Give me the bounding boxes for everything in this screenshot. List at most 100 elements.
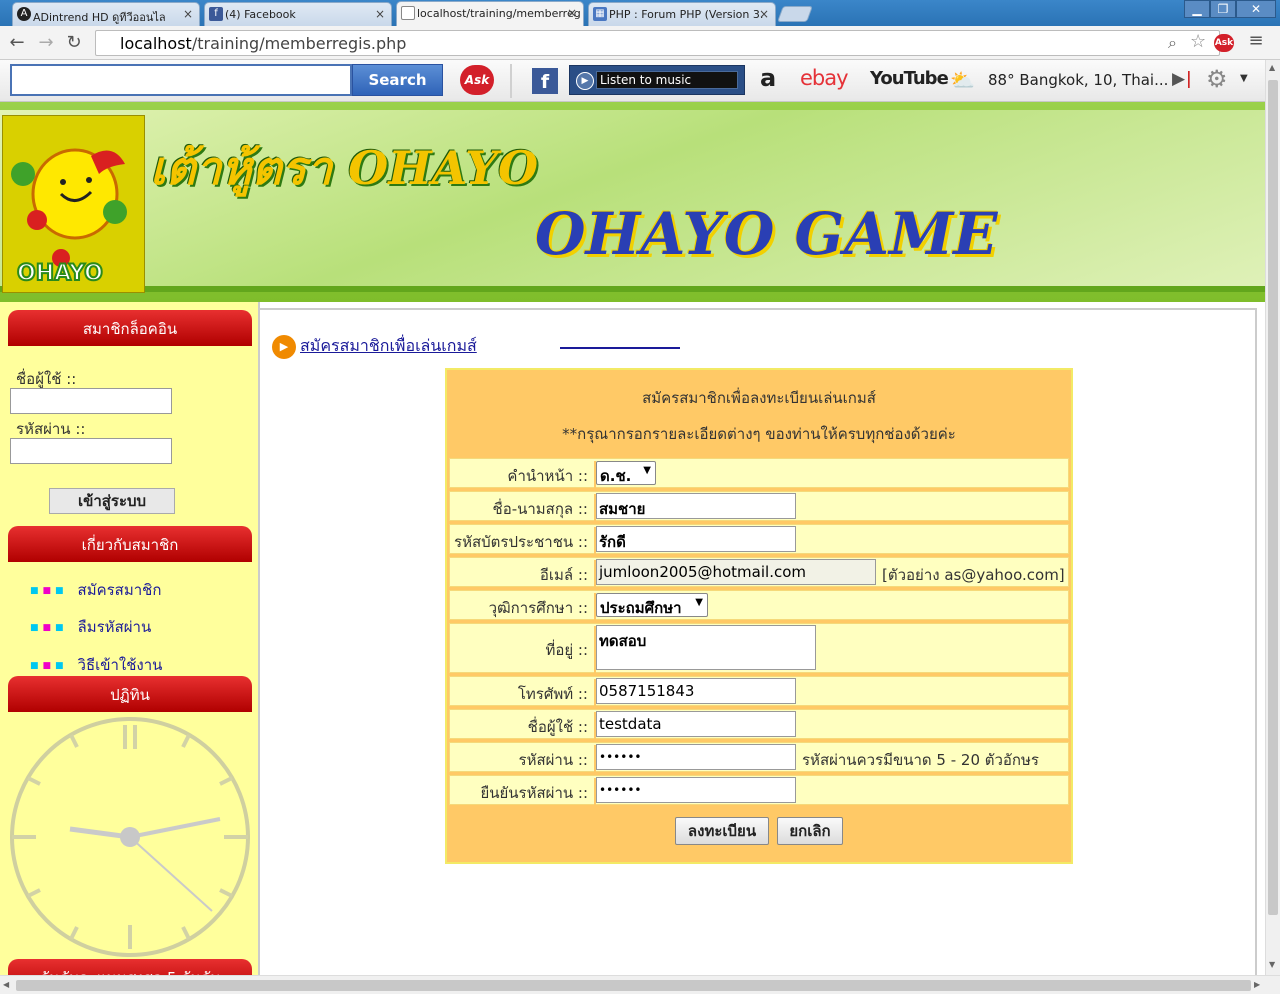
analog-clock (10, 717, 250, 957)
prefix-label: คำนำหน้า :: (507, 467, 588, 485)
new-tab-button[interactable] (777, 6, 813, 22)
row-address: ที่อยู่ :: ทดสอบ (449, 623, 1069, 674)
close-icon[interactable]: × (183, 7, 193, 21)
forum-favicon-icon: ▦ (593, 7, 607, 21)
sidebar-link-forgot-password[interactable]: ■■■ ลืมรหัสผ่าน (30, 615, 151, 639)
password-hint: รหัสผ่านควรมีขนาด 5 - 20 ตัวอักษร (802, 751, 1039, 769)
member-heading: เกี่ยวกับสมาชิก (8, 526, 252, 562)
play-next-icon[interactable]: ▶ (1172, 69, 1185, 89)
forward-arrow-icon[interactable]: → (36, 32, 56, 53)
ask-logo-icon[interactable]: Ask (460, 65, 494, 95)
calendar-heading: ปฏิทิน (8, 676, 252, 712)
row-education: วุฒิการศึกษา :: ประถมศึกษา ▼ (449, 590, 1069, 621)
play-circle-icon: ▶ (272, 334, 296, 359)
star-icon[interactable]: ☆ (1190, 31, 1206, 52)
vertical-scrollbar[interactable]: ▲ ▼ (1265, 60, 1280, 975)
tab-label: (4) Facebook (225, 8, 296, 21)
address-bar[interactable]: localhost/training/memberregis.php ⌕ ☆ A… (95, 30, 1234, 56)
close-window-button[interactable]: ✕ (1236, 0, 1276, 18)
username-field-label: ชื่อผู้ใช้ :: (527, 718, 588, 736)
music-player[interactable]: ▶ Listen to music (569, 65, 745, 95)
chevron-down-icon: ▼ (643, 465, 651, 476)
ebay-icon[interactable]: ebay (800, 66, 849, 90)
email-input[interactable]: jumloon2005@hotmail.com (596, 559, 876, 585)
tab-label: ADintrend HD ดูทีวีออนไล (33, 11, 166, 24)
education-select[interactable]: ประถมศึกษา ▼ (596, 593, 708, 617)
scroll-down-icon[interactable]: ▼ (1269, 960, 1275, 969)
sidebar-password-input[interactable] (10, 438, 172, 464)
confirm-label: ยืนยันรหัสผ่าน :: (480, 784, 588, 802)
address-textarea[interactable]: ทดสอบ (596, 625, 816, 670)
close-icon[interactable]: × (567, 6, 577, 20)
login-heading: สมาชิกล็อคอิน (8, 310, 252, 346)
sidebar-username-input[interactable] (10, 388, 172, 414)
chevron-down-icon[interactable]: ▼ (1240, 73, 1248, 84)
divider-mark: | (1186, 69, 1192, 89)
bullet-dots-icon: ■■■ (30, 660, 68, 671)
tab-php-forum[interactable]: ▦ PHP : Forum PHP (Version 3. × (588, 2, 776, 26)
facebook-icon[interactable]: f (532, 68, 558, 94)
cancel-button[interactable]: ยกเลิก (777, 817, 843, 845)
amazon-icon[interactable]: a (760, 64, 776, 92)
close-icon[interactable]: × (759, 7, 769, 21)
row-phone: โทรศัพท์ :: 0587151843 (449, 676, 1069, 707)
username-input[interactable]: testdata (596, 711, 796, 737)
scroll-right-icon[interactable]: ▶ (1254, 980, 1260, 989)
row-password: รหัสผ่าน :: •••••• รหัสผ่านควรมีขนาด 5 -… (449, 742, 1069, 773)
confirm-password-input[interactable]: •••••• (596, 777, 796, 803)
ask-extension-icon[interactable]: Ask (1214, 34, 1234, 52)
registration-form: สมัครสมาชิกเพื่อลงทะเบียนเล่นเกมส์ **กรุ… (445, 368, 1073, 864)
email-label: อีเมล์ :: (539, 566, 588, 584)
scroll-left-icon[interactable]: ◀ (3, 980, 9, 989)
header-banner: OHAYO เต้าหู้ตรา OHAYO OHAYO GAME (0, 102, 1265, 302)
mascot-icon: OHAYO (11, 148, 127, 287)
music-label: Listen to music (600, 73, 692, 87)
prefix-select[interactable]: ด.ช. ▼ (596, 461, 656, 485)
browser-window: A ADintrend HD ดูทีวีออนไล × f (4) Faceb… (0, 0, 1280, 994)
title-underline (560, 347, 680, 349)
page-title[interactable]: ▶ สมัครสมาชิกเพื่อเล่นเกมส์ (272, 334, 477, 359)
close-icon[interactable]: × (375, 7, 385, 21)
settings-gear-icon[interactable]: ⚙ (1206, 65, 1228, 93)
chevron-down-icon: ▼ (695, 597, 703, 608)
sidebar-link-register[interactable]: ■■■ สมัครสมาชิก (30, 578, 161, 602)
back-arrow-icon[interactable]: ← (7, 32, 27, 53)
page-favicon-icon (401, 6, 415, 20)
tab-facebook[interactable]: f (4) Facebook × (204, 2, 392, 26)
tab-label: PHP : Forum PHP (Version 3. (609, 8, 764, 21)
ask-toolbar: Search Ask f ▶ Listen to music a ebay Yo… (0, 60, 1265, 102)
tab-label: localhost/training/memberreg (417, 7, 581, 20)
youtube-icon[interactable]: YouTube (870, 68, 949, 89)
bullet-dots-icon: ■■■ (30, 585, 68, 596)
vertical-scroll-thumb[interactable] (1268, 80, 1278, 915)
horizontal-scroll-thumb[interactable] (16, 980, 1251, 991)
minimize-button[interactable]: ▁ (1184, 0, 1210, 18)
page-title-text: สมัครสมาชิกเพื่อเล่นเกมส์ (300, 336, 477, 355)
scroll-up-icon[interactable]: ▲ (1269, 63, 1275, 72)
play-icon[interactable]: ▶ (576, 72, 594, 90)
tab-strip: A ADintrend HD ดูทีวีออนไล × f (4) Faceb… (0, 0, 1280, 26)
phone-input[interactable]: 0587151843 (596, 678, 796, 704)
weather-text[interactable]: 88° Bangkok, 10, Thai... (988, 71, 1168, 89)
zoom-icon[interactable]: ⌕ (1168, 33, 1177, 53)
link-label: สมัครสมาชิก (77, 581, 162, 599)
reload-icon[interactable]: ↻ (64, 32, 84, 53)
weather-icon: ⛅ (950, 68, 975, 92)
name-input[interactable]: สมชาย (596, 493, 796, 519)
toolbar-search-input[interactable] (10, 64, 352, 96)
form-heading: สมัครสมาชิกเพื่อลงทะเบียนเล่นเกมส์ (642, 389, 876, 407)
page-viewport: OHAYO เต้าหู้ตรา OHAYO OHAYO GAME สมาชิก… (0, 102, 1265, 975)
password-input[interactable]: •••••• (596, 744, 796, 770)
address-path: /training/memberregis.php (191, 34, 407, 53)
form-note: **กรุณากรอกรายละเอียดต่างๆ ของท่านให้ครบ… (562, 425, 956, 443)
maximize-button[interactable]: ❐ (1210, 0, 1236, 18)
toolbar-search-button[interactable]: Search (352, 64, 443, 96)
menu-icon[interactable]: ≡ (1246, 30, 1266, 51)
tab-memberregis[interactable]: localhost/training/memberreg × (396, 1, 584, 26)
sidebar-link-how-to[interactable]: ■■■ วิธีเข้าใช้งาน (30, 653, 162, 677)
register-button[interactable]: ลงทะเบียน (675, 817, 769, 845)
idcard-input[interactable]: รักดี (596, 526, 796, 552)
tab-adintrend[interactable]: A ADintrend HD ดูทีวีออนไล × (12, 2, 200, 26)
horizontal-scrollbar[interactable]: ◀ ▶ (0, 975, 1280, 994)
login-button[interactable]: เข้าสู่ระบบ (49, 488, 175, 514)
